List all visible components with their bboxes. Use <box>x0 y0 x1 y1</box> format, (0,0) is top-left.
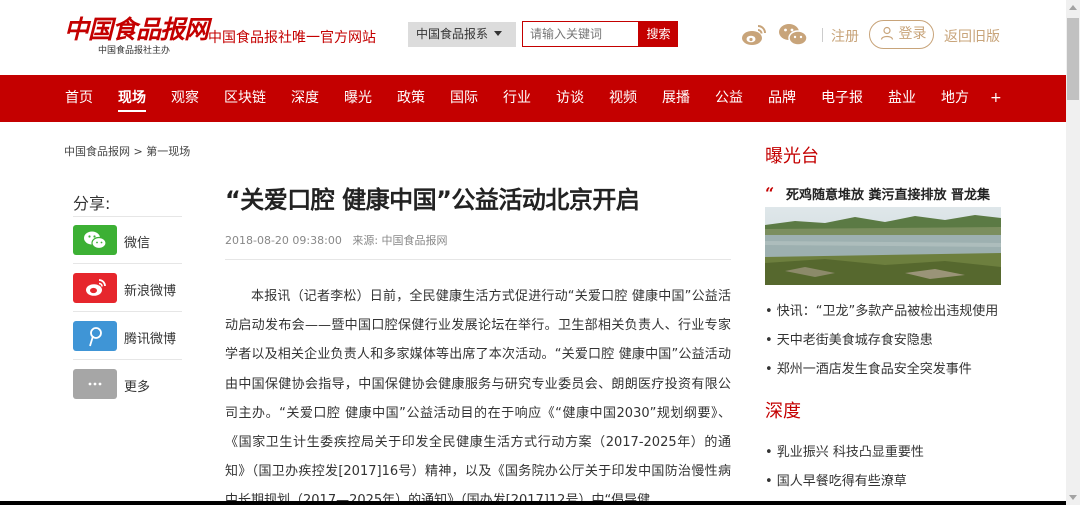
nav-item-video[interactable]: 视频 <box>609 75 637 122</box>
weibo-icon[interactable] <box>741 22 767 48</box>
share-divider <box>73 263 182 264</box>
nav-item-interview[interactable]: 访谈 <box>556 75 584 122</box>
tencent-weibo-share-icon <box>73 321 117 351</box>
logo-subtitle: 中国食品报社主办 <box>98 46 171 56</box>
search-input[interactable] <box>522 21 639 47</box>
share-divider <box>73 216 182 217</box>
breadcrumb[interactable]: 中国食品报网 > 第一现场 <box>64 143 190 159</box>
weibo-share-icon <box>73 273 117 303</box>
nav-item-observe[interactable]: 观察 <box>171 75 199 122</box>
main-nav: 首页 现场 观察 区块链 深度 曝光 政策 国际 行业 访谈 视频 展播 公益 … <box>0 75 1066 122</box>
login-label: 登录 <box>898 26 927 42</box>
search-button[interactable]: 搜索 <box>639 21 678 47</box>
depth-link[interactable]: • 国人早餐吃得有些潦草 <box>765 470 907 489</box>
old-version-link[interactable]: 返回旧版 <box>944 26 1000 46</box>
site-logo[interactable]: 中国食品报网 中国食品报社主办 <box>64 10 209 56</box>
search-scope-label: 中国食品报系 <box>416 27 489 41</box>
nav-item-home[interactable]: 首页 <box>65 75 93 122</box>
nav-item-local[interactable]: 地方 <box>941 75 969 122</box>
article-date: 2018-08-20 09:38:00 <box>225 234 342 247</box>
scroll-down-arrow-icon[interactable] <box>1066 489 1080 505</box>
search-scope-select[interactable]: 中国食品报系 <box>408 22 516 47</box>
user-icon <box>880 26 894 40</box>
feature-headline[interactable]: 死鸡随意堆放 粪污直接排放 晋龙集 <box>786 184 990 203</box>
share-tencent-weibo-label: 腾讯微博 <box>124 332 177 347</box>
nav-item-showcase[interactable]: 展播 <box>662 75 690 122</box>
exposure-link[interactable]: • 快讯：“卫龙”多款产品被检出违规使用 <box>765 300 998 319</box>
depth-heading[interactable]: 深度 <box>765 397 801 423</box>
site-slogan: 中国食品报社唯一官方网站 <box>208 30 376 46</box>
share-divider <box>73 311 182 312</box>
nav-item-depth[interactable]: 深度 <box>291 75 319 122</box>
nav-item-blockchain[interactable]: 区块链 <box>224 75 266 122</box>
scroll-up-arrow-icon[interactable] <box>1066 0 1080 16</box>
wechat-share-icon <box>73 225 117 255</box>
window-bottom-edge <box>0 501 1066 505</box>
article-source: 来源: 中国食品报网 <box>352 234 448 247</box>
share-wechat-label: 微信 <box>124 236 151 251</box>
article-meta: 2018-08-20 09:38:00 来源: 中国食品报网 <box>225 232 448 248</box>
nav-item-brand[interactable]: 品牌 <box>768 75 796 122</box>
quote-icon: “ <box>765 184 775 203</box>
nav-item-policy[interactable]: 政策 <box>397 75 425 122</box>
nav-item-international[interactable]: 国际 <box>450 75 478 122</box>
login-button[interactable]: 登录 <box>869 20 934 49</box>
article-body: 本报讯（记者李松）日前，全民健康生活方式促进行动“关爱口腔 健康中国”公益活动启… <box>225 289 731 505</box>
article-meta-divider <box>225 259 731 260</box>
share-title: 分享: <box>73 194 111 213</box>
depth-link[interactable]: • 乳业振兴 科技凸显重要性 <box>765 441 924 460</box>
more-icon <box>73 369 117 399</box>
feature-image[interactable] <box>765 207 1001 285</box>
wechat-icon[interactable] <box>778 22 808 48</box>
exposure-link[interactable]: • 天中老街美食城存食安隐患 <box>765 329 933 348</box>
nav-more-button[interactable]: + <box>990 75 1002 122</box>
share-divider <box>73 359 182 360</box>
nav-item-epaper[interactable]: 电子报 <box>821 75 863 122</box>
nav-item-salt[interactable]: 盐业 <box>888 75 916 122</box>
exposure-link[interactable]: • 郑州一酒店发生食品安全突发事件 <box>765 358 972 377</box>
nav-item-charity[interactable]: 公益 <box>715 75 743 122</box>
share-more-label: 更多 <box>124 380 151 395</box>
share-weibo-label: 新浪微博 <box>124 284 177 299</box>
nav-item-exposure[interactable]: 曝光 <box>344 75 372 122</box>
register-link[interactable]: 注册 <box>831 26 859 46</box>
scrollbar-thumb[interactable] <box>1067 18 1079 100</box>
exposure-heading[interactable]: 曝光台 <box>765 142 819 168</box>
nav-item-scene[interactable]: 现场 <box>118 75 146 122</box>
header-separator <box>822 28 823 42</box>
caret-down-icon <box>493 31 502 36</box>
site-header: 中国食品报网 中国食品报社主办 中国食品报社唯一官方网站 中国食品报系 搜索 注… <box>0 0 1066 75</box>
nav-item-industry[interactable]: 行业 <box>503 75 531 122</box>
logo-text: 中国食品报网 <box>64 15 209 44</box>
article-title: “关爱口腔 健康中国”公益活动北京开启 <box>225 186 640 214</box>
